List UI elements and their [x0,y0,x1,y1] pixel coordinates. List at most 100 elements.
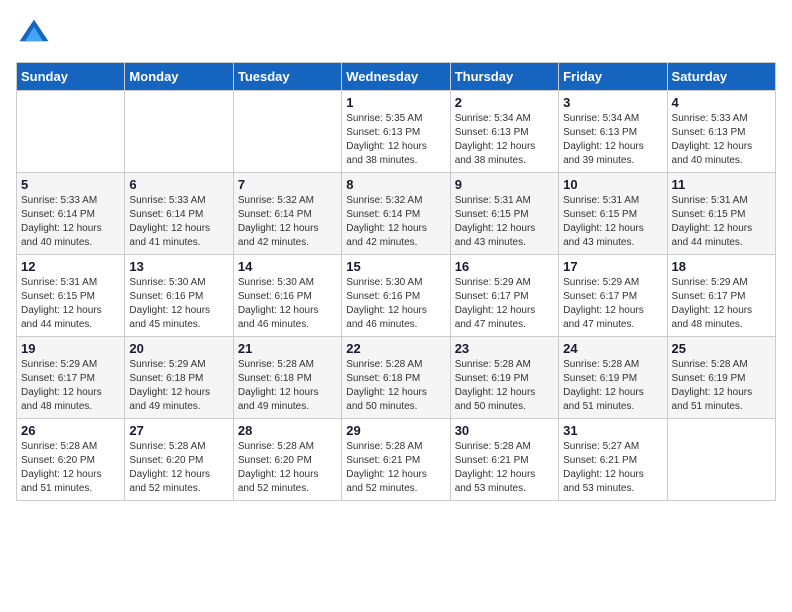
day-number: 16 [455,259,554,274]
calendar-day-cell [233,91,341,173]
day-number: 22 [346,341,445,356]
calendar-day-cell: 22 Sunrise: 5:28 AM Sunset: 6:18 PM Dayli… [342,337,450,419]
calendar-day-cell: 16 Sunrise: 5:29 AM Sunset: 6:17 PM Dayli… [450,255,558,337]
day-number: 10 [563,177,662,192]
calendar-week-row: 12Sunrise: 5:31 AM Sunset: 6:15 PM Dayli… [17,255,776,337]
calendar-day-cell: 5 Sunrise: 5:33 AM Sunset: 6:14 PM Daylig… [17,173,125,255]
day-info: Sunrise: 5:28 AM Sunset: 6:20 PM Dayligh… [238,440,337,496]
day-info: Sunrise: 5:35 AM Sunset: 6:13 PM Dayligh… [346,112,445,168]
day-info: Sunrise: 5:28 AM Sunset: 6:19 PM Dayligh… [672,358,771,414]
calendar-day-cell: 6 Sunrise: 5:33 AM Sunset: 6:14 PM Daylig… [125,173,233,255]
calendar-day-cell: 8 Sunrise: 5:32 AM Sunset: 6:14 PM Daylig… [342,173,450,255]
day-of-week-header: Tuesday [233,63,341,91]
day-of-week-header: Monday [125,63,233,91]
calendar-day-cell: 2 Sunrise: 5:34 AM Sunset: 6:13 PM Daylig… [450,91,558,173]
day-info: Sunrise: 5:30 AM Sunset: 6:16 PM Dayligh… [129,276,228,332]
day-info: Sunrise: 5:28 AM Sunset: 6:19 PM Dayligh… [455,358,554,414]
day-of-week-header: Saturday [667,63,775,91]
calendar-header-row: SundayMondayTuesdayWednesdayThursdayFrid… [17,63,776,91]
day-of-week-header: Wednesday [342,63,450,91]
day-info: Sunrise: 5:28 AM Sunset: 6:20 PM Dayligh… [129,440,228,496]
day-of-week-header: Thursday [450,63,558,91]
day-number: 20 [129,341,228,356]
day-number: 27 [129,423,228,438]
day-info: Sunrise: 5:29 AM Sunset: 6:17 PM Dayligh… [563,276,662,332]
day-number: 24 [563,341,662,356]
calendar-day-cell: 26Sunrise: 5:28 AM Sunset: 6:20 PM Dayli… [17,419,125,501]
day-info: Sunrise: 5:30 AM Sunset: 6:16 PM Dayligh… [238,276,337,332]
calendar-day-cell: 4 Sunrise: 5:33 AM Sunset: 6:13 PM Daylig… [667,91,775,173]
calendar-day-cell: 9Sunrise: 5:31 AM Sunset: 6:15 PM Daylig… [450,173,558,255]
logo-icon [16,16,52,52]
day-number: 31 [563,423,662,438]
calendar-day-cell: 11 Sunrise: 5:31 AM Sunset: 6:15 PM Dayli… [667,173,775,255]
day-number: 7 [238,177,337,192]
day-info: Sunrise: 5:29 AM Sunset: 6:17 PM Dayligh… [672,276,771,332]
day-number: 23 [455,341,554,356]
day-info: Sunrise: 5:33 AM Sunset: 6:14 PM Dayligh… [129,194,228,250]
calendar-day-cell: 1 Sunrise: 5:35 AM Sunset: 6:13 PM Daylig… [342,91,450,173]
calendar-day-cell: 15 Sunrise: 5:30 AM Sunset: 6:16 PM Dayli… [342,255,450,337]
calendar-day-cell: 17 Sunrise: 5:29 AM Sunset: 6:17 PM Dayli… [559,255,667,337]
day-number: 18 [672,259,771,274]
day-number: 12 [21,259,120,274]
day-info: Sunrise: 5:29 AM Sunset: 6:17 PM Dayligh… [455,276,554,332]
day-info: Sunrise: 5:32 AM Sunset: 6:14 PM Dayligh… [238,194,337,250]
logo [16,16,56,52]
day-info: Sunrise: 5:28 AM Sunset: 6:19 PM Dayligh… [563,358,662,414]
day-info: Sunrise: 5:28 AM Sunset: 6:18 PM Dayligh… [346,358,445,414]
day-info: Sunrise: 5:34 AM Sunset: 6:13 PM Dayligh… [455,112,554,168]
day-number: 14 [238,259,337,274]
calendar-table: SundayMondayTuesdayWednesdayThursdayFrid… [16,62,776,501]
day-number: 13 [129,259,228,274]
day-number: 11 [672,177,771,192]
day-info: Sunrise: 5:29 AM Sunset: 6:17 PM Dayligh… [21,358,120,414]
calendar-day-cell: 14 Sunrise: 5:30 AM Sunset: 6:16 PM Dayli… [233,255,341,337]
day-info: Sunrise: 5:31 AM Sunset: 6:15 PM Dayligh… [455,194,554,250]
page-header [16,16,776,52]
day-number: 4 [672,95,771,110]
calendar-day-cell: 13 Sunrise: 5:30 AM Sunset: 6:16 PM Dayli… [125,255,233,337]
calendar-day-cell: 12Sunrise: 5:31 AM Sunset: 6:15 PM Dayli… [17,255,125,337]
day-number: 5 [21,177,120,192]
day-of-week-header: Sunday [17,63,125,91]
day-number: 17 [563,259,662,274]
calendar-week-row: 1 Sunrise: 5:35 AM Sunset: 6:13 PM Daylig… [17,91,776,173]
calendar-day-cell [17,91,125,173]
day-info: Sunrise: 5:27 AM Sunset: 6:21 PM Dayligh… [563,440,662,496]
calendar-day-cell: 19 Sunrise: 5:29 AM Sunset: 6:17 PM Dayli… [17,337,125,419]
day-number: 29 [346,423,445,438]
day-of-week-header: Friday [559,63,667,91]
day-info: Sunrise: 5:28 AM Sunset: 6:21 PM Dayligh… [346,440,445,496]
day-info: Sunrise: 5:32 AM Sunset: 6:14 PM Dayligh… [346,194,445,250]
day-number: 21 [238,341,337,356]
day-info: Sunrise: 5:31 AM Sunset: 6:15 PM Dayligh… [563,194,662,250]
calendar-day-cell: 3Sunrise: 5:34 AM Sunset: 6:13 PM Daylig… [559,91,667,173]
day-number: 2 [455,95,554,110]
calendar-day-cell: 23 Sunrise: 5:28 AM Sunset: 6:19 PM Dayli… [450,337,558,419]
day-info: Sunrise: 5:33 AM Sunset: 6:13 PM Dayligh… [672,112,771,168]
day-number: 1 [346,95,445,110]
day-info: Sunrise: 5:30 AM Sunset: 6:16 PM Dayligh… [346,276,445,332]
day-number: 26 [21,423,120,438]
calendar-day-cell: 29 Sunrise: 5:28 AM Sunset: 6:21 PM Dayli… [342,419,450,501]
calendar-week-row: 19 Sunrise: 5:29 AM Sunset: 6:17 PM Dayli… [17,337,776,419]
day-info: Sunrise: 5:31 AM Sunset: 6:15 PM Dayligh… [672,194,771,250]
calendar-day-cell: 21 Sunrise: 5:28 AM Sunset: 6:18 PM Dayli… [233,337,341,419]
calendar-day-cell: 7 Sunrise: 5:32 AM Sunset: 6:14 PM Daylig… [233,173,341,255]
calendar-day-cell: 10 Sunrise: 5:31 AM Sunset: 6:15 PM Dayli… [559,173,667,255]
day-number: 25 [672,341,771,356]
calendar-day-cell: 27 Sunrise: 5:28 AM Sunset: 6:20 PM Dayli… [125,419,233,501]
day-info: Sunrise: 5:33 AM Sunset: 6:14 PM Dayligh… [21,194,120,250]
day-number: 8 [346,177,445,192]
day-number: 15 [346,259,445,274]
day-info: Sunrise: 5:34 AM Sunset: 6:13 PM Dayligh… [563,112,662,168]
calendar-day-cell: 25 Sunrise: 5:28 AM Sunset: 6:19 PM Dayli… [667,337,775,419]
day-number: 19 [21,341,120,356]
day-number: 28 [238,423,337,438]
calendar-day-cell: 18 Sunrise: 5:29 AM Sunset: 6:17 PM Dayli… [667,255,775,337]
day-info: Sunrise: 5:28 AM Sunset: 6:18 PM Dayligh… [238,358,337,414]
day-number: 6 [129,177,228,192]
calendar-day-cell [667,419,775,501]
day-info: Sunrise: 5:29 AM Sunset: 6:18 PM Dayligh… [129,358,228,414]
